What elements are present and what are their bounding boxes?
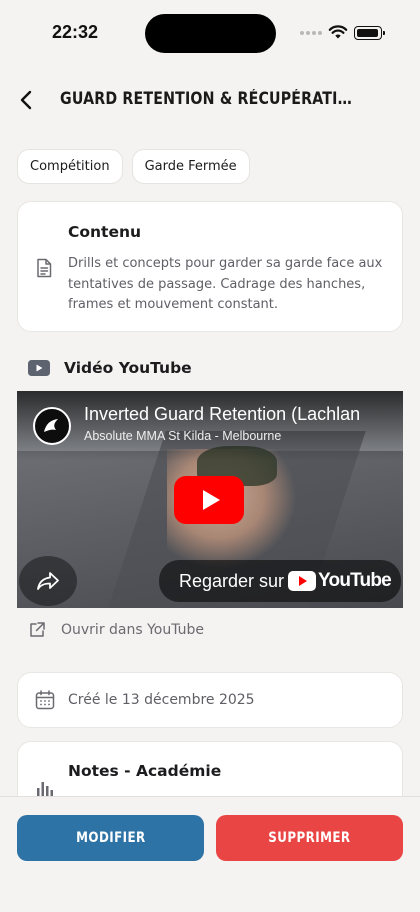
edit-button-label: MODIFIER bbox=[75, 830, 146, 846]
open-in-youtube-link[interactable]: Ouvrir dans YouTube bbox=[28, 621, 204, 639]
bar-chart-icon bbox=[37, 782, 53, 798]
tag-garde-fermee[interactable]: Garde Fermée bbox=[131, 149, 250, 184]
content-title: Contenu bbox=[68, 223, 142, 241]
video-title[interactable]: Inverted Guard Retention (Lachlan bbox=[84, 404, 403, 425]
video-section-header: Vidéo YouTube bbox=[28, 359, 192, 377]
header: GUARD RETENTION & RÉCUPÉRATION DE... bbox=[0, 82, 420, 118]
edit-button[interactable]: MODIFIER bbox=[17, 815, 204, 861]
status-bar: 22:32 bbox=[0, 0, 420, 64]
content-description: Drills et concepts pour garder sa garde … bbox=[68, 256, 383, 312]
wifi-icon bbox=[328, 25, 348, 39]
document-icon bbox=[37, 258, 52, 278]
cellular-signal-icon bbox=[300, 31, 322, 35]
back-button[interactable] bbox=[14, 84, 38, 116]
watch-on-label: Regarder sur bbox=[179, 570, 285, 591]
youtube-logo-icon: YouTube bbox=[288, 570, 392, 592]
bottom-action-bar: MODIFIER SUPPRIMER bbox=[0, 796, 420, 912]
content-card: Contenu Drills et concepts pour garder s… bbox=[17, 201, 403, 332]
delete-button-label: SUPPRIMER bbox=[268, 830, 351, 846]
created-date-card: Créé le 13 décembre 2025 bbox=[17, 672, 403, 728]
play-button[interactable] bbox=[174, 476, 244, 524]
video-section-title: Vidéo YouTube bbox=[64, 359, 192, 377]
chevron-left-icon bbox=[20, 90, 32, 110]
channel-logo-icon bbox=[44, 419, 58, 432]
delete-button[interactable]: SUPPRIMER bbox=[216, 815, 403, 861]
tag-list: Compétition Garde Fermée bbox=[17, 149, 250, 184]
share-button[interactable] bbox=[19, 556, 77, 606]
external-link-icon bbox=[30, 622, 45, 637]
status-time: 22:32 bbox=[52, 22, 99, 42]
created-date: Créé le 13 décembre 2025 bbox=[68, 692, 255, 708]
page-title: GUARD RETENTION & RÉCUPÉRATION DE... bbox=[60, 89, 353, 108]
battery-icon bbox=[354, 26, 385, 40]
channel-avatar[interactable] bbox=[33, 407, 71, 445]
notes-title: Notes - Académie bbox=[68, 762, 222, 780]
youtube-video-player[interactable]: Inverted Guard Retention (Lachlan Absolu… bbox=[17, 391, 403, 608]
watch-on-youtube-button[interactable]: Regarder sur YouTube bbox=[159, 560, 401, 602]
open-in-youtube-label: Ouvrir dans YouTube bbox=[61, 622, 205, 638]
tag-competition[interactable]: Compétition bbox=[17, 149, 123, 184]
youtube-icon bbox=[28, 360, 50, 376]
dynamic-island bbox=[145, 14, 276, 53]
video-channel-name[interactable]: Absolute MMA St Kilda - Melbourne bbox=[84, 429, 281, 443]
calendar-icon bbox=[35, 690, 55, 710]
share-icon bbox=[37, 572, 59, 590]
youtube-logo-word: YouTube bbox=[318, 570, 392, 591]
